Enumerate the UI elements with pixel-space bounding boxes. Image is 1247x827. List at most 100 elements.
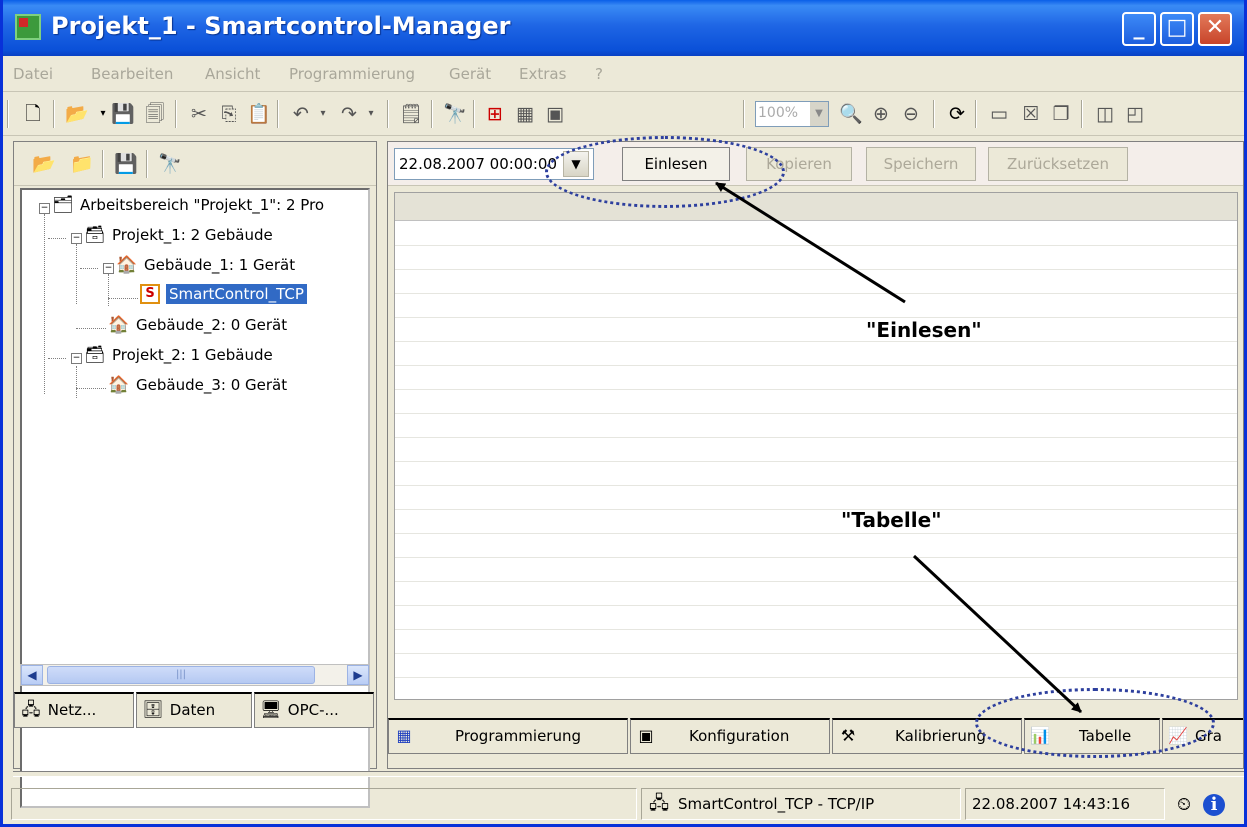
tree-item-label: Projekt_2: 1 Gebäude	[112, 346, 273, 364]
settings-icon[interactable]: ▣	[543, 102, 567, 126]
scroll-right-icon[interactable]: ▶	[347, 665, 369, 685]
arrange-icon[interactable]: ◰	[1123, 102, 1147, 126]
maximize-button[interactable]: □	[1160, 12, 1194, 46]
clock-icon[interactable]: ⏲	[1171, 792, 1197, 818]
app-icon	[15, 14, 41, 40]
toolbar-separator	[146, 150, 148, 178]
collapse-icon[interactable]: −	[71, 233, 82, 244]
project-icon: 🗃	[84, 345, 106, 365]
tree-item-gebaeude3[interactable]: 🏠 Gebäude_3: 0 Gerät	[108, 374, 287, 404]
find-icon[interactable]: 🔭	[158, 152, 182, 176]
house-icon: 🏠	[108, 315, 130, 335]
save-all-icon[interactable]: 🗐	[143, 102, 167, 126]
info-icon[interactable]: i	[1203, 794, 1225, 816]
table-panel: 22.08.2007 00:00:00 ▼ Einlesen Kopieren …	[387, 141, 1244, 769]
tree-connector	[48, 358, 66, 359]
connection-text: SmartControl_TCP - TCP/IP	[678, 795, 875, 813]
tab-daten[interactable]: 🗄 Daten	[136, 692, 252, 728]
toolbar-separator	[473, 100, 475, 128]
connection-icon[interactable]: ⊞	[483, 102, 507, 126]
tab-konfiguration[interactable]: ▣ Konfiguration	[630, 718, 830, 754]
menu-extras[interactable]: Extras	[519, 65, 566, 83]
menu-help[interactable]: ?	[595, 65, 603, 83]
save-icon[interactable]: 💾	[114, 152, 138, 176]
paste-icon[interactable]: 📋	[247, 102, 271, 126]
new-folder-icon[interactable]: 📁	[70, 152, 94, 176]
zoom-fit-icon[interactable]: 🔍	[839, 102, 863, 126]
tree-item-gebaeude1[interactable]: 🏠 Gebäude_1: 1 Gerät	[116, 254, 295, 284]
tree-item-gebaeude2[interactable]: 🏠 Gebäude_2: 0 Gerät	[108, 314, 287, 344]
toolbar-grip	[7, 100, 9, 128]
database-icon: 🗄	[142, 700, 164, 720]
tree-connector	[76, 366, 77, 398]
collapse-icon[interactable]: −	[71, 353, 82, 364]
toolbar-separator	[975, 100, 977, 128]
chevron-down-icon[interactable]: ▼	[810, 102, 828, 126]
status-bar: 🖧 SmartControl_TCP - TCP/IP 22.08.2007 1…	[3, 784, 1244, 824]
tab-programmierung[interactable]: ▦ Programmierung	[388, 718, 628, 754]
menu-datei[interactable]: Datei	[13, 65, 53, 83]
zoom-out-icon[interactable]: ⊖	[899, 102, 923, 126]
tree-item-projekt1[interactable]: 🗃 Projekt_1: 2 Gebäude	[84, 224, 273, 254]
scroll-thumb[interactable]: |||	[47, 666, 315, 684]
tab-label: Kalibrierung	[895, 727, 986, 745]
tree-item-label: Projekt_1: 2 Gebäude	[112, 226, 273, 244]
open-folder-icon[interactable]: 📂	[32, 152, 56, 176]
tab-label: Konfiguration	[689, 727, 790, 745]
new-document-icon[interactable]: 🗋	[21, 102, 45, 126]
scroll-left-icon[interactable]: ◀	[21, 665, 43, 685]
data-table[interactable]	[394, 192, 1238, 700]
tree-item-label: Arbeitsbereich "Projekt_1": 2 Pro	[80, 196, 325, 214]
zuruecksetzen-button[interactable]: Zurücksetzen	[988, 147, 1128, 181]
tab-netz[interactable]: 🖧 Netz...	[14, 692, 134, 728]
refresh-icon[interactable]: ⟳	[945, 102, 969, 126]
undo-icon[interactable]: ↶	[289, 102, 313, 126]
tree-connector	[76, 244, 77, 304]
zoom-combo[interactable]: 100% ▼	[755, 101, 829, 127]
workspace-panel: 📂 📁 💾 🔭 − − − − 🗂 Arbeitsbereich "Projek…	[13, 141, 377, 808]
title-bar[interactable]: Projekt_1 - Smartcontrol-Manager _ □ ✕	[3, 0, 1244, 56]
undo-dropdown-icon[interactable]: ▾	[311, 102, 335, 126]
toolbar-separator	[431, 100, 433, 128]
table-toolbar: 22.08.2007 00:00:00 ▼ Einlesen Kopieren …	[388, 142, 1243, 186]
window-icon[interactable]: ▭	[987, 102, 1011, 126]
speichern-button[interactable]: Speichern	[866, 147, 976, 181]
tree-item-workspace[interactable]: 🗂 Arbeitsbereich "Projekt_1": 2 Pro	[52, 194, 324, 224]
menu-programmierung[interactable]: Programmierung	[289, 65, 415, 83]
tab-label: Netz...	[47, 701, 97, 719]
zoom-in-icon[interactable]: ⊕	[869, 102, 893, 126]
tile-icon[interactable]: ◫	[1093, 102, 1117, 126]
toolbar-separator	[277, 100, 279, 128]
cascade-icon[interactable]: ❐	[1049, 102, 1073, 126]
annotation-ellipse-einlesen	[545, 136, 785, 208]
menu-geraet[interactable]: Gerät	[449, 65, 491, 83]
properties-icon[interactable]: 🗒	[399, 102, 423, 126]
table-row	[395, 389, 1237, 390]
grid-icon: ▦	[396, 726, 412, 745]
redo-icon[interactable]: ↷	[337, 102, 361, 126]
device-icon[interactable]: ▦	[513, 102, 537, 126]
cut-icon[interactable]: ✂	[187, 102, 211, 126]
tree-item-device[interactable]: S SmartControl_TCP	[140, 284, 307, 314]
minimize-button[interactable]: _	[1122, 12, 1156, 46]
collapse-icon[interactable]: −	[39, 203, 50, 214]
tab-opc[interactable]: 🖥 OPC-...	[254, 692, 374, 728]
open-folder-icon[interactable]: 📂	[65, 102, 89, 126]
tree-connector	[108, 298, 138, 299]
close-window-icon[interactable]: ☒	[1019, 102, 1043, 126]
menu-bearbeiten[interactable]: Bearbeiten	[91, 65, 173, 83]
copy-icon[interactable]: ⎘	[217, 102, 241, 126]
table-row	[395, 245, 1237, 246]
table-row	[395, 341, 1237, 342]
close-button[interactable]: ✕	[1198, 12, 1232, 46]
redo-dropdown-icon[interactable]: ▾	[359, 102, 383, 126]
collapse-icon[interactable]: −	[103, 263, 114, 274]
tree-item-projekt2[interactable]: 🗃 Projekt_2: 1 Gebäude	[84, 344, 273, 374]
horizontal-scrollbar[interactable]: ◀ ||| ▶	[20, 664, 370, 686]
save-icon[interactable]: 💾	[111, 102, 135, 126]
date-value: 22.08.2007 00:00:00	[399, 155, 558, 173]
find-icon[interactable]: 🔭	[443, 102, 467, 126]
table-row	[395, 653, 1237, 654]
tab-label: Programmierung	[455, 727, 581, 745]
menu-ansicht[interactable]: Ansicht	[205, 65, 260, 83]
